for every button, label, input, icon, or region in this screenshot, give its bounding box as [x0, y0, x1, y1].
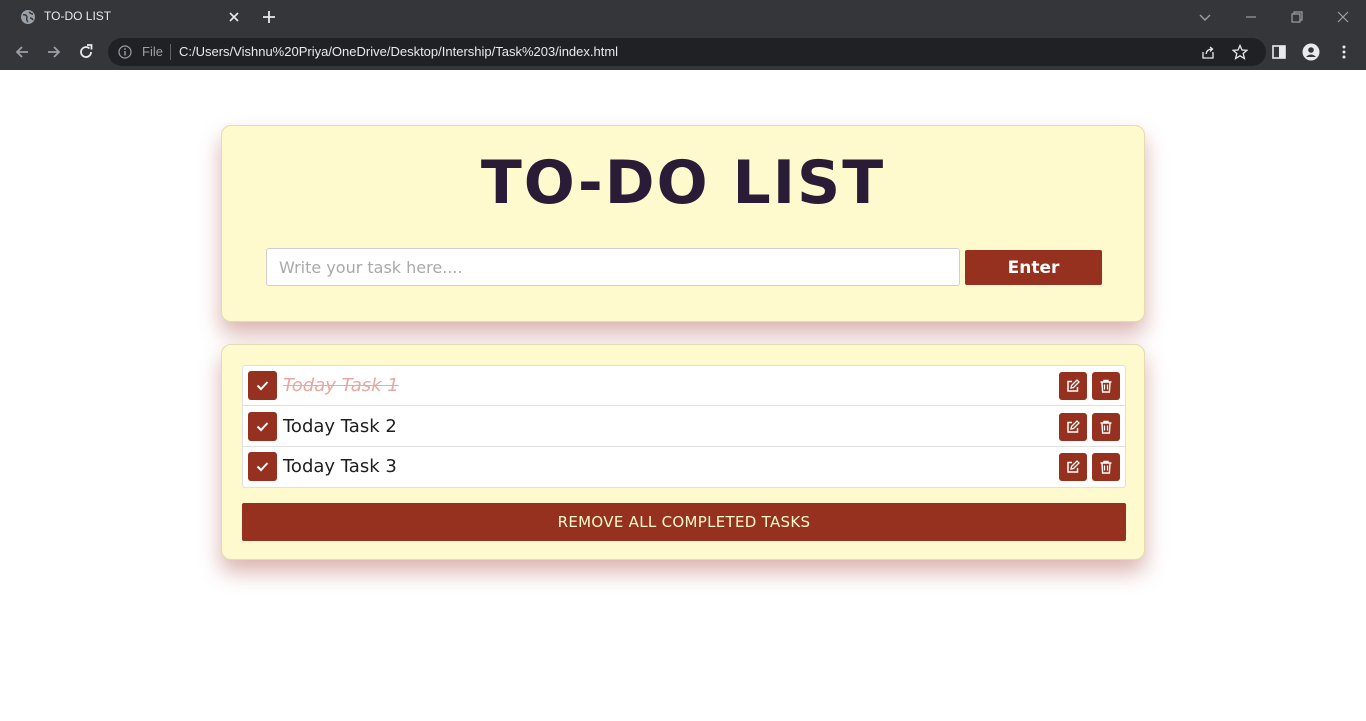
- task-text: Today Task 3: [283, 456, 397, 477]
- enter-button[interactable]: Enter: [965, 250, 1102, 285]
- close-tab-icon[interactable]: [226, 9, 242, 25]
- new-tab-icon[interactable]: [260, 8, 278, 26]
- page-title: TO-DO LIST: [480, 148, 886, 218]
- browser-toolbar: File C:/Users/Vishnu%20Priya/OneDrive/De…: [0, 34, 1366, 70]
- task-text: Today Task 1: [283, 375, 399, 396]
- file-label: File: [142, 44, 163, 59]
- url-text[interactable]: C:/Users/Vishnu%20Priya/OneDrive/Desktop…: [179, 44, 618, 59]
- complete-task-button[interactable]: [248, 412, 277, 441]
- browser-tab[interactable]: TO-DO LIST: [8, 0, 248, 34]
- trash-icon: [1100, 379, 1112, 393]
- delete-task-button[interactable]: [1092, 453, 1120, 481]
- minimize-icon[interactable]: [1242, 8, 1260, 26]
- profile-icon[interactable]: [1302, 43, 1320, 61]
- back-icon[interactable]: [13, 43, 31, 61]
- browser-tab-bar: TO-DO LIST: [0, 0, 1366, 34]
- trash-icon: [1100, 420, 1112, 434]
- list-item: Today Task 1: [243, 366, 1125, 406]
- delete-task-button[interactable]: [1092, 413, 1120, 441]
- edit-icon: [1067, 379, 1080, 392]
- edit-task-button[interactable]: [1059, 453, 1087, 481]
- remove-completed-button[interactable]: REMOVE ALL COMPLETED TASKS: [242, 503, 1126, 541]
- trash-icon: [1100, 460, 1112, 474]
- restore-icon[interactable]: [1288, 8, 1306, 26]
- tab-title: TO-DO LIST: [44, 9, 112, 23]
- address-bar[interactable]: File C:/Users/Vishnu%20Priya/OneDrive/De…: [108, 38, 1266, 66]
- list-item: Today Task 2: [243, 407, 1125, 447]
- complete-task-button[interactable]: [248, 452, 277, 481]
- check-icon: [256, 381, 269, 391]
- edit-icon: [1067, 420, 1080, 433]
- task-list: Today Task 1 Today Task 2 Today Task 3: [242, 365, 1126, 488]
- edit-task-button[interactable]: [1059, 372, 1087, 400]
- check-icon: [256, 462, 269, 472]
- page-content: TO-DO LIST Enter Today Task 1: [0, 70, 1366, 721]
- close-window-icon[interactable]: [1334, 8, 1352, 26]
- task-input[interactable]: [266, 248, 960, 286]
- task-list-card: Today Task 1 Today Task 2 Today Task 3 R…: [221, 344, 1145, 560]
- edit-icon: [1067, 460, 1080, 473]
- menu-kebab-icon[interactable]: [1335, 43, 1353, 61]
- forward-icon[interactable]: [45, 43, 63, 61]
- bookmark-star-icon[interactable]: [1232, 44, 1248, 60]
- complete-task-button[interactable]: [248, 371, 277, 400]
- delete-task-button[interactable]: [1092, 372, 1120, 400]
- address-separator: [170, 44, 171, 60]
- reload-icon[interactable]: [77, 43, 95, 61]
- list-item: Today Task 3: [243, 447, 1125, 487]
- side-panel-icon[interactable]: [1270, 43, 1288, 61]
- edit-task-button[interactable]: [1059, 413, 1087, 441]
- info-icon[interactable]: [118, 45, 132, 59]
- globe-icon: [21, 10, 35, 24]
- tab-search-icon[interactable]: [1196, 8, 1214, 26]
- check-icon: [256, 422, 269, 432]
- share-icon[interactable]: [1200, 44, 1216, 60]
- todo-header-card: TO-DO LIST Enter: [221, 125, 1145, 322]
- task-text: Today Task 2: [283, 416, 397, 437]
